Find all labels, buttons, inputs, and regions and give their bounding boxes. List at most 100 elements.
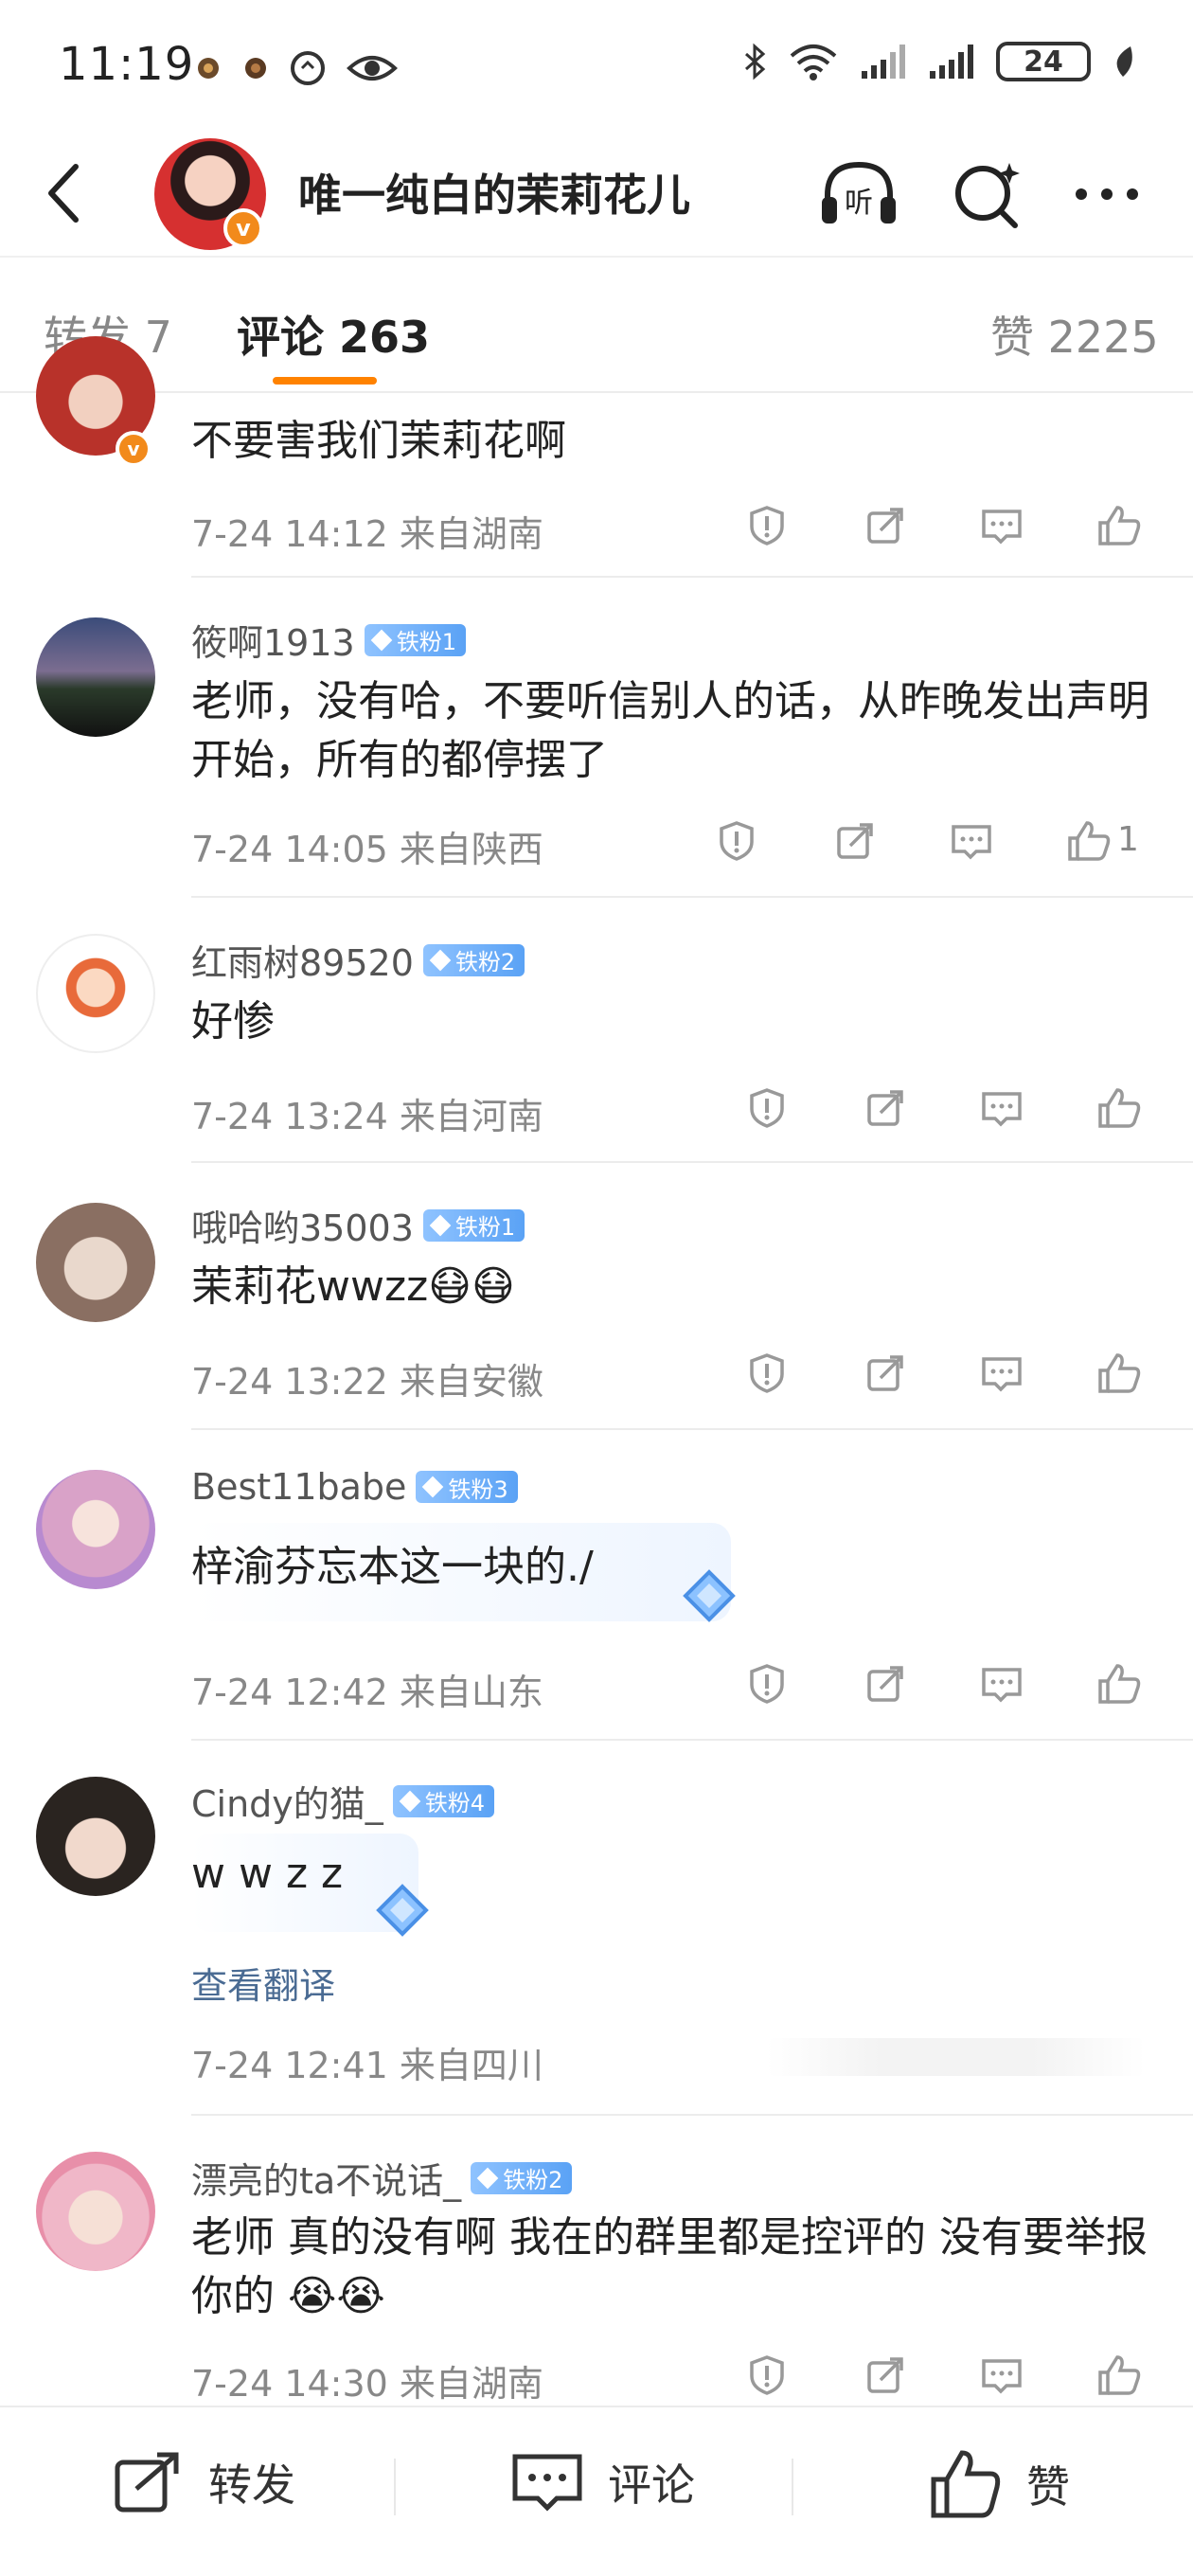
share-button[interactable] bbox=[826, 2347, 943, 2404]
reply-button[interactable] bbox=[943, 1080, 1060, 1136]
verified-badge: v bbox=[223, 208, 263, 248]
divider bbox=[191, 576, 1193, 578]
sync-icon bbox=[291, 51, 325, 85]
header: v 唯一纯白的茉莉花儿 听 bbox=[0, 133, 1193, 256]
battery-indicator: 24 bbox=[996, 42, 1091, 81]
back-icon[interactable] bbox=[36, 155, 93, 231]
report-icon bbox=[750, 1353, 784, 1393]
commenter-name[interactable]: 筱啊1913 bbox=[191, 614, 355, 666]
eye-icon bbox=[347, 56, 398, 80]
author-name[interactable]: 唯一纯白的茉莉花儿 bbox=[298, 161, 690, 224]
fan-badge: 铁粉2 bbox=[422, 943, 525, 976]
more-icon[interactable] bbox=[1064, 152, 1149, 237]
like-count: 1 bbox=[1117, 820, 1139, 859]
commenter-name[interactable]: Best11babe bbox=[191, 1466, 406, 1508]
like-button[interactable]: 1 bbox=[1030, 813, 1148, 869]
separator bbox=[394, 2459, 396, 2515]
signal-icon bbox=[862, 45, 905, 79]
signal-icon bbox=[930, 45, 973, 79]
commenter-name-row: 筱啊1913 铁粉1 bbox=[191, 614, 466, 666]
search-icon[interactable] bbox=[945, 152, 1030, 237]
tab-likes[interactable]: 赞 2225 bbox=[990, 303, 1159, 366]
report-icon bbox=[750, 1088, 784, 1128]
comment-item: v 不要害我们茉莉花啊 7-24 14:12 来自湖南 bbox=[0, 336, 1193, 578]
comment-actions bbox=[708, 1345, 1178, 1402]
share-button[interactable] bbox=[826, 497, 943, 554]
fan-badge: 铁粉4 bbox=[392, 1784, 495, 1817]
comment-actions bbox=[708, 1080, 1178, 1136]
like-button[interactable] bbox=[1060, 1655, 1178, 1712]
tab-comments[interactable]: 评论 263 bbox=[237, 303, 430, 366]
report-icon bbox=[750, 2355, 784, 2395]
commenter-name[interactable]: 哦哈哟35003 bbox=[191, 1199, 414, 1251]
report-button[interactable] bbox=[708, 1080, 826, 1136]
share-button[interactable] bbox=[795, 813, 913, 869]
leaf-icon bbox=[1116, 46, 1132, 77]
like-icon bbox=[1098, 1088, 1141, 1128]
commenter-avatar[interactable] bbox=[36, 1777, 155, 1896]
divider bbox=[191, 2114, 1193, 2116]
commenter-name[interactable]: Cindy的猫_ bbox=[191, 1775, 383, 1827]
reply-button[interactable] bbox=[913, 813, 1030, 869]
bottom-like-button[interactable]: 赞 bbox=[930, 2449, 1070, 2519]
diamond-icon bbox=[370, 629, 393, 651]
like-icon bbox=[1098, 1353, 1141, 1393]
report-button[interactable] bbox=[708, 497, 826, 554]
share-icon bbox=[867, 1666, 903, 1702]
comment-text: 梓渝芬忘本这一块的./ bbox=[191, 1543, 594, 1591]
active-tab-indicator bbox=[273, 377, 377, 385]
reply-button[interactable] bbox=[943, 1655, 1060, 1712]
report-button[interactable] bbox=[708, 1345, 826, 1402]
comment-actions bbox=[708, 1655, 1178, 1712]
commenter-avatar[interactable] bbox=[36, 934, 155, 1053]
diamond-icon bbox=[399, 1790, 421, 1812]
commenter-avatar[interactable] bbox=[36, 2152, 155, 2271]
commenter-name-row: 漂亮的ta不说话_ 铁粉2 bbox=[191, 2152, 573, 2204]
share-button[interactable] bbox=[826, 1080, 943, 1136]
commenter-name[interactable]: 漂亮的ta不说话_ bbox=[191, 2152, 461, 2204]
share-icon bbox=[837, 823, 873, 859]
reply-button[interactable] bbox=[943, 497, 1060, 554]
report-button[interactable] bbox=[708, 2347, 826, 2404]
reply-button[interactable] bbox=[943, 1345, 1060, 1402]
comment-text: w w z z bbox=[191, 1850, 344, 1898]
tab-bar: 转发 7 评论 263 赞 2225 bbox=[0, 256, 1193, 393]
commenter-name[interactable]: 红雨树89520 bbox=[191, 934, 414, 986]
commenter-avatar[interactable] bbox=[36, 1203, 155, 1322]
share-button[interactable] bbox=[826, 1655, 943, 1712]
listen-icon[interactable]: 听 bbox=[816, 152, 901, 237]
report-button[interactable] bbox=[678, 813, 795, 869]
diamond-icon bbox=[429, 949, 452, 971]
reply-button[interactable] bbox=[943, 2347, 1060, 2404]
bottom-comment-button[interactable]: 评论 bbox=[511, 2449, 695, 2515]
fan-badge-label: 铁粉2 bbox=[503, 2167, 563, 2193]
comment-actions: 1 bbox=[678, 813, 1148, 869]
like-icon bbox=[1098, 2355, 1141, 2395]
comment-meta: 7-24 14:30 来自湖南 bbox=[191, 2363, 543, 2405]
verified-badge: v bbox=[116, 431, 151, 467]
share-button[interactable] bbox=[826, 1345, 943, 1402]
comment-icon bbox=[982, 1668, 1022, 1702]
like-button[interactable] bbox=[1060, 1345, 1178, 1402]
report-button[interactable] bbox=[708, 1655, 826, 1712]
diamond-icon bbox=[429, 1214, 452, 1236]
like-icon bbox=[931, 2450, 1001, 2518]
share-icon bbox=[867, 1090, 903, 1126]
fan-badge-label: 铁粉1 bbox=[396, 629, 456, 655]
divider bbox=[191, 1428, 1193, 1430]
commenter-avatar[interactable] bbox=[36, 1470, 155, 1589]
svg-text:听: 听 bbox=[845, 187, 873, 220]
diamond-icon bbox=[422, 1476, 444, 1498]
commenter-name-row: 红雨树89520 铁粉2 bbox=[191, 934, 525, 986]
fan-badge-label: 铁粉1 bbox=[454, 1214, 516, 1241]
like-button[interactable] bbox=[1060, 497, 1178, 554]
like-button[interactable] bbox=[1060, 1080, 1178, 1136]
commenter-avatar[interactable] bbox=[36, 617, 155, 737]
status-bar: 11:19 24 bbox=[0, 0, 1193, 133]
fan-badge-label: 铁粉2 bbox=[454, 949, 516, 975]
comment-meta: 7-24 14:05 来自陕西 bbox=[191, 829, 543, 870]
view-translation-link[interactable]: 查看翻译 bbox=[191, 1957, 335, 2009]
bottom-repost-button[interactable]: 转发 bbox=[112, 2449, 295, 2515]
diamond-icon bbox=[476, 2167, 499, 2189]
like-button[interactable] bbox=[1060, 2347, 1178, 2404]
